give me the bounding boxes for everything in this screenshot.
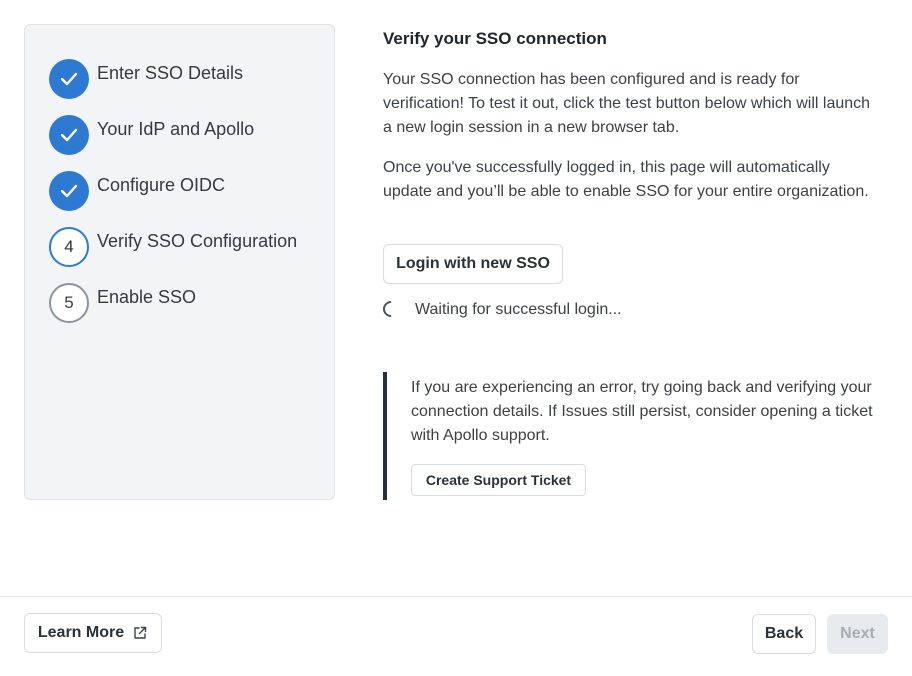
step-verify-sso-configuration: 4 Verify SSO Configuration	[49, 227, 297, 267]
intro-paragraph: Your SSO connection has been configured …	[383, 71, 871, 136]
loading-spinner-icon	[379, 297, 403, 321]
external-link-icon	[132, 625, 148, 641]
step-label: Enable SSO	[97, 287, 197, 307]
step-label: Enter SSO Details	[97, 63, 244, 83]
create-support-ticket-button[interactable]: Create Support Ticket	[411, 464, 586, 496]
learn-more-button[interactable]: Learn More	[24, 613, 162, 653]
support-callout: If you are experiencing an error, try go…	[383, 372, 893, 500]
step-label: Verify SSO Configuration	[97, 231, 298, 251]
page-title: Verify your SSO connection	[383, 29, 607, 48]
step-configure-oidc: Configure OIDC	[49, 171, 225, 211]
info-paragraph: Once you've successfully logged in, this…	[383, 159, 869, 200]
step-2-checkmark-icon	[49, 115, 89, 155]
step-enter-sso-details: Enter SSO Details	[49, 59, 243, 99]
next-button[interactable]: Next	[827, 614, 888, 654]
step-label: Configure OIDC	[97, 175, 226, 195]
step-label: Your IdP and Apollo	[97, 119, 255, 139]
back-button[interactable]: Back	[752, 614, 816, 654]
step-your-idp-and-apollo: Your IdP and Apollo	[49, 115, 254, 155]
waiting-status-text: Waiting for successful login...	[415, 301, 622, 318]
steps-panel: Enter SSO Details Your IdP and Apollo Co…	[24, 24, 335, 500]
step-number-badge: 4	[49, 227, 89, 267]
footer-bar: Learn More Back Next	[0, 596, 912, 676]
login-with-new-sso-button[interactable]: Login with new SSO	[383, 244, 563, 284]
step-enable-sso: 5 Enable SSO	[49, 283, 196, 323]
callout-text: If you are experiencing an error, try go…	[411, 379, 873, 444]
step-3-checkmark-icon	[49, 171, 89, 211]
step-1-checkmark-icon	[49, 59, 89, 99]
learn-more-label: Learn More	[37, 624, 125, 641]
step-number-badge: 5	[49, 283, 89, 323]
